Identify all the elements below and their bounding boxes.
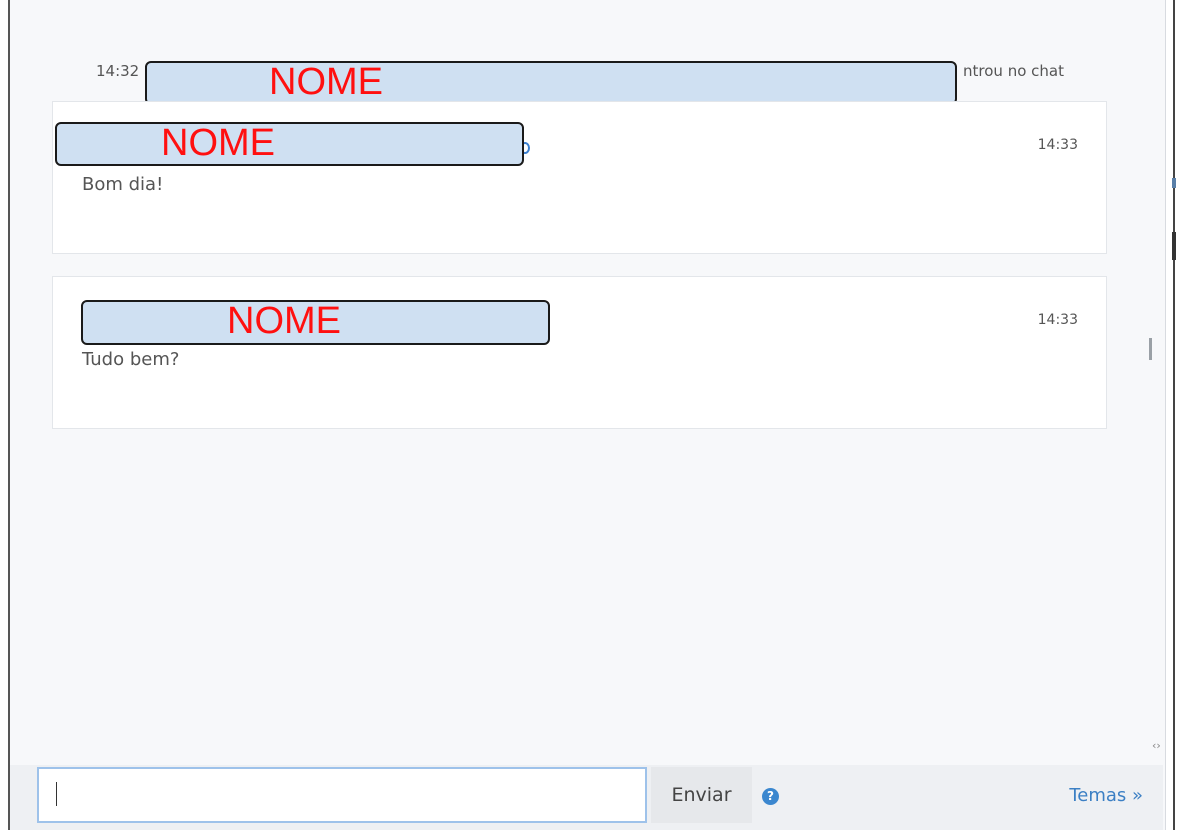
redaction-label: NOME: [161, 122, 275, 164]
redacted-name: NOME: [145, 61, 957, 105]
chat-message: 14:33 Tudo bem?: [52, 276, 1107, 429]
scrollbar-thumb[interactable]: [1149, 338, 1152, 360]
message-time: 14:33: [1037, 312, 1078, 328]
message-input[interactable]: [37, 767, 647, 823]
message-body: Tudo bem?: [82, 349, 180, 370]
message-body: Bom dia!: [82, 174, 164, 195]
themes-link[interactable]: Temas »: [1069, 785, 1143, 806]
resize-handle-icon[interactable]: ‹›: [1152, 739, 1161, 752]
notice-text: ntrou no chat: [963, 62, 1064, 80]
window-edge: [1173, 0, 1175, 830]
redacted-author: NOME: [81, 300, 550, 345]
redaction-label: NOME: [269, 61, 383, 103]
side-panel-marker: [1172, 232, 1176, 260]
question-circle-icon[interactable]: ?: [762, 788, 779, 805]
side-panel-marker: [1172, 178, 1176, 188]
message-time: 14:33: [1037, 137, 1078, 153]
send-button[interactable]: Enviar: [651, 767, 752, 823]
redacted-author: NOME: [55, 122, 524, 166]
notice-time: 14:32: [96, 62, 140, 80]
screenshot-frame: 14:32 ntrou no chat NOME 14:33 Bom dia! …: [0, 0, 1177, 830]
text-caret: [56, 782, 57, 806]
redaction-label: NOME: [227, 300, 341, 342]
